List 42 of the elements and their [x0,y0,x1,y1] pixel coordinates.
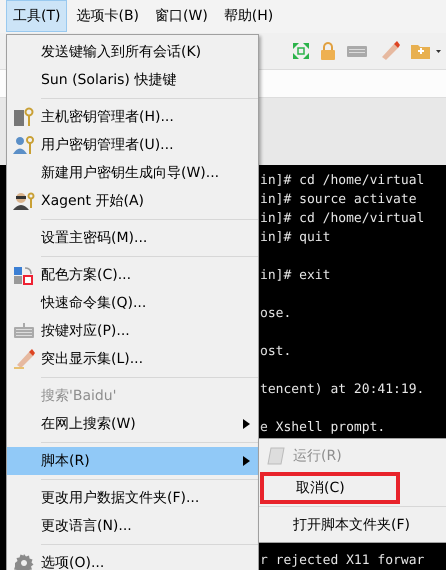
terminal-line: in]# source activate [260,191,418,209]
terminal-line: in]# cd /home/virtual [260,172,426,190]
keyboard-icon [13,323,35,339]
terminal-line: in]# quit [260,229,332,247]
terminal-line: ost. [260,343,292,361]
menu-bar-item[interactable]: 工具(T) [6,0,68,32]
menu-item[interactable]: 发送键输入到所有会话(K) [7,38,258,66]
menu-item[interactable]: 设置主密码(M)... [7,224,258,252]
menu-item[interactable]: 快速命令集(Q)... [7,289,258,317]
server-key-icon [13,107,35,127]
fullscreen-icon[interactable] [292,42,310,60]
pen-icon [13,349,35,369]
menu-item[interactable]: Sun (Solaris) 快捷键 [7,66,258,94]
terminal-line: ose. [260,305,292,323]
menu-item[interactable]: 突出显示集(L)... [7,345,258,373]
user-key-icon [13,135,35,155]
menu-item[interactable]: Xagent 开始(A) [7,187,258,215]
menu-item[interactable]: 脚本(R) [7,447,258,475]
terminal-line: r rejected X11 forwar [260,552,426,570]
menu-item[interactable]: 更改语言(N)... [7,512,258,540]
menu-item[interactable]: 新建用户密钥生成向导(W)... [7,159,258,187]
menu-item[interactable]: 主机密钥管理者(H)... [7,103,258,131]
lock-icon[interactable] [320,40,336,61]
menu-bar-item[interactable]: 窗口(W) [148,0,215,32]
keyboard-icon[interactable] [346,44,368,58]
scroll-icon [266,446,286,466]
agent-icon [13,191,35,211]
terminal-line: in]# cd /home/virtual [260,210,426,228]
menu-item[interactable]: 用户密钥管理者(U)... [7,131,258,159]
menu-bar-item[interactable]: 帮助(H) [216,0,280,32]
menu-item[interactable]: 打开脚本文件夹(F) [259,511,446,539]
menu-item[interactable]: 按键对应(P)... [7,317,258,345]
menu-item[interactable]: 在网上搜索(W) [7,410,258,438]
menu-item[interactable]: 配色方案(C)... [7,261,258,289]
terminal-line: in]# exit [260,267,332,285]
menu-bar-item[interactable]: 选项卡(B) [69,0,146,32]
terminal-line: e Xshell prompt. [260,419,386,437]
palette-icon [13,265,35,285]
terminal-line: tencent) at 20:41:19. [260,381,426,399]
menu-item[interactable]: 更改用户数据文件夹(F)... [7,484,258,512]
menu-item[interactable]: 取消(C) [262,474,398,502]
menu-item[interactable]: 选项(O)... [7,549,258,570]
